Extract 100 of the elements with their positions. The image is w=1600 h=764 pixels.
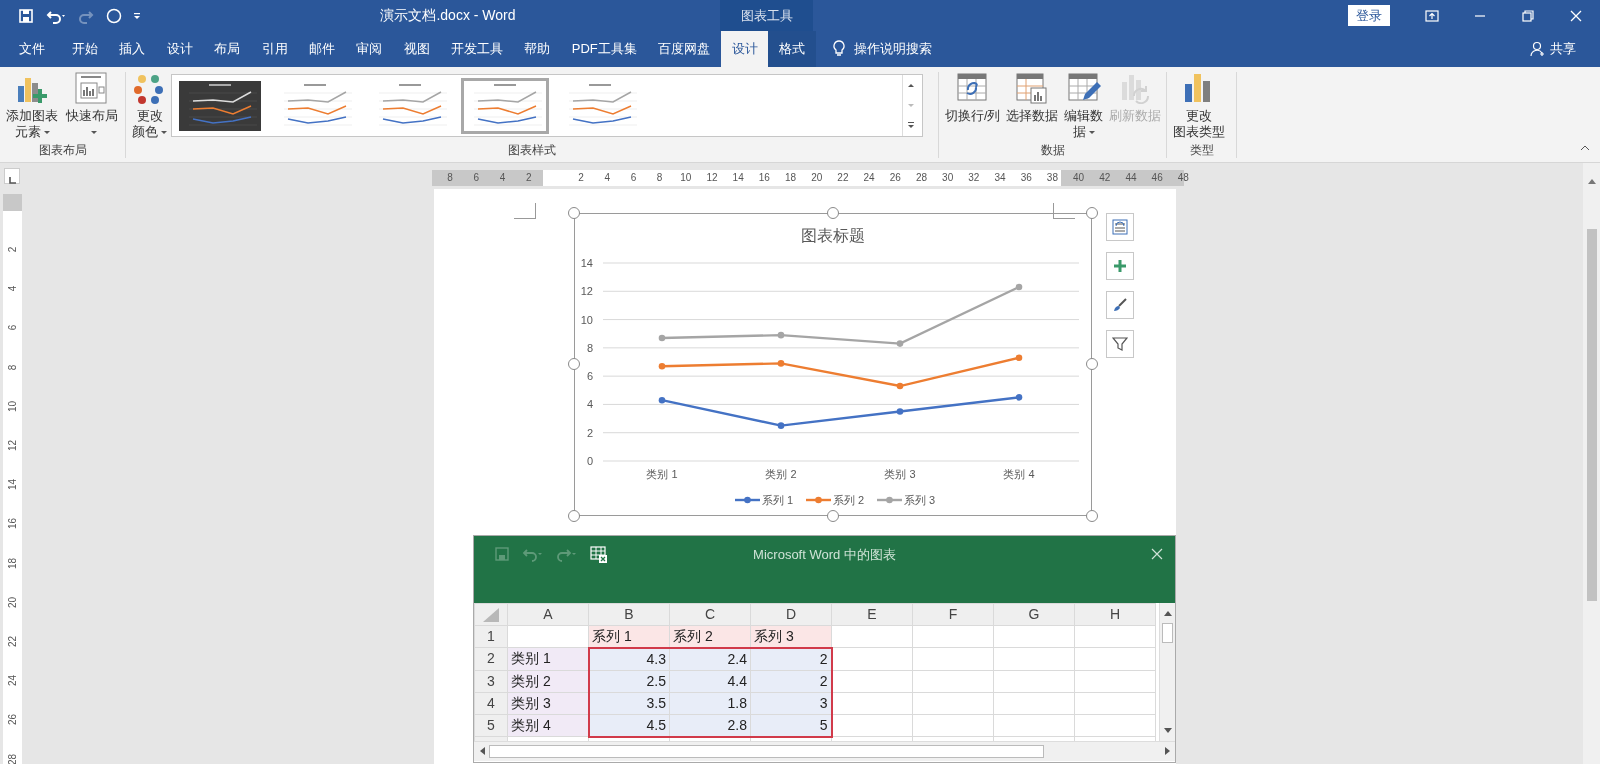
ruler-number: 20 [810,171,824,185]
table-cell[interactable] [912,692,994,714]
ribbon-tab[interactable]: 插入 [108,31,157,67]
share-button[interactable]: 共享 [1530,39,1576,59]
ribbon-tab[interactable]: 视图 [393,31,441,67]
table-cell[interactable] [1074,647,1156,670]
table-cell[interactable] [993,647,1075,670]
axis-label: 类别 1 [646,468,678,480]
data-point [777,360,785,367]
table-cell[interactable]: 2.4 [669,647,751,670]
scroll-thumb[interactable] [489,744,1044,758]
row-header[interactable]: 5 [474,714,508,737]
table-cell[interactable] [507,625,589,648]
table-cell[interactable] [1074,670,1156,692]
resize-handle[interactable] [567,358,580,370]
resize-handle[interactable] [1085,509,1098,522]
select-all-corner[interactable] [474,603,508,625]
add-element-button[interactable] [1105,252,1134,280]
data-point [1015,283,1023,291]
resize-handle[interactable] [826,206,839,219]
column-header[interactable]: A [507,603,589,625]
axis-label: 14 [580,257,593,269]
row-header[interactable]: 2 [474,647,508,670]
tab-selector[interactable] [4,168,20,184]
ribbon-tab[interactable]: 格式 [768,31,816,67]
column-header[interactable]: C [669,603,751,625]
resize-handle[interactable] [826,509,839,522]
table-cell[interactable] [831,670,913,692]
table-cell[interactable] [831,714,913,737]
ruler-number: 2 [524,171,533,185]
ribbon-display-icon [1425,8,1439,23]
bar-chart-button[interactable]: 更改 图表类型 [1171,72,1227,142]
edit-data-button[interactable]: 编辑数 据 [1062,72,1106,142]
table-cell[interactable] [912,714,994,737]
color-palette-button[interactable]: 更改 颜色 [130,72,169,142]
table-cell[interactable]: 2.5 [588,670,670,692]
table-cell[interactable]: 2 [750,647,832,670]
add-chart-element-button[interactable]: 添加图表 元素 [4,72,60,142]
table-cell[interactable]: 4.5 [588,714,670,737]
login-button[interactable]: 登录 [1348,4,1390,27]
row-header[interactable]: 3 [474,670,508,692]
ruler-number: 30 [941,171,955,185]
row-header[interactable]: 1 [474,625,508,648]
scroll-thumb[interactable] [1162,622,1173,643]
column-header[interactable]: E [831,603,913,625]
plus-icon [1111,258,1128,274]
table-cell[interactable] [831,625,913,648]
switch-row-column-button[interactable]: 切换行/列 [943,72,1003,142]
chart-frame[interactable]: 0 2 4 6 8 10 12 14 图表标题 类别 1 类别 2 类别 3 类别 4 系列 1 系列 2 系列 3 [574,213,1092,516]
select-data-button[interactable]: 选择数据 [1004,72,1061,142]
chart-elements-button[interactable] [1105,213,1134,241]
spreadsheet-button[interactable] [590,545,608,564]
column-header[interactable]: G [993,603,1075,625]
column-header[interactable]: H [1074,603,1156,625]
ribbon-tab[interactable]: 设计 [720,31,769,67]
table-cell[interactable]: 3.5 [588,692,670,714]
tell-me-search[interactable]: 操作说明搜索 [831,39,932,59]
chart-filter-button[interactable] [1105,330,1134,358]
table-cell[interactable] [912,647,994,670]
chart-styles-button[interactable] [1105,291,1134,319]
resize-handle[interactable] [1085,206,1098,219]
column-header[interactable]: B [588,603,670,625]
ribbon-tab[interactable]: 布局 [203,31,251,67]
ribbon-tab[interactable]: 设计 [156,31,204,67]
resize-handle[interactable] [567,206,580,219]
column-header[interactable]: F [912,603,994,625]
table-cell[interactable] [912,670,994,692]
ribbon-tab[interactable]: PDF工具集 [561,31,648,67]
table-cell[interactable] [993,670,1075,692]
scroll-thumb[interactable] [1586,229,1597,601]
customize-button[interactable] [134,12,140,19]
ribbon-tab[interactable]: 邮件 [298,31,346,67]
table-cell[interactable] [993,714,1075,737]
table-cell[interactable] [831,692,913,714]
ribbon-tab[interactable]: 引用 [250,31,299,67]
ribbon-tab[interactable]: 帮助 [513,31,562,67]
table-cell[interactable] [1074,714,1156,737]
ribbon-tab[interactable]: 百度网盘 [647,31,721,67]
table-cell[interactable] [1074,692,1156,714]
save-button[interactable] [18,7,34,24]
ribbon-tab[interactable]: 开发工具 [440,31,514,67]
quick-layout-button[interactable]: 快速布局 [64,72,120,142]
table-cell[interactable] [993,692,1075,714]
row-header[interactable]: 4 [474,692,508,714]
table-cell[interactable] [993,625,1075,648]
column-header[interactable]: D [750,603,832,625]
table-cell[interactable]: 4.3 [588,647,670,670]
resize-handle[interactable] [1085,358,1098,370]
group-label: 类型 [1188,142,1215,158]
resize-handle[interactable] [567,509,580,522]
ribbon-tab[interactable]: 审阅 [345,31,393,67]
circle-button[interactable] [106,7,122,24]
ribbon-tab[interactable]: 文件 [8,31,56,67]
table-cell[interactable] [831,647,913,670]
up-arrow-icon [1586,177,1597,185]
legend-label: 系列 1 [762,494,794,506]
table-cell[interactable] [1074,625,1156,648]
table-cell[interactable] [912,625,994,648]
ribbon-tab[interactable]: 开始 [61,31,109,67]
quick-layout-icon [75,72,109,104]
